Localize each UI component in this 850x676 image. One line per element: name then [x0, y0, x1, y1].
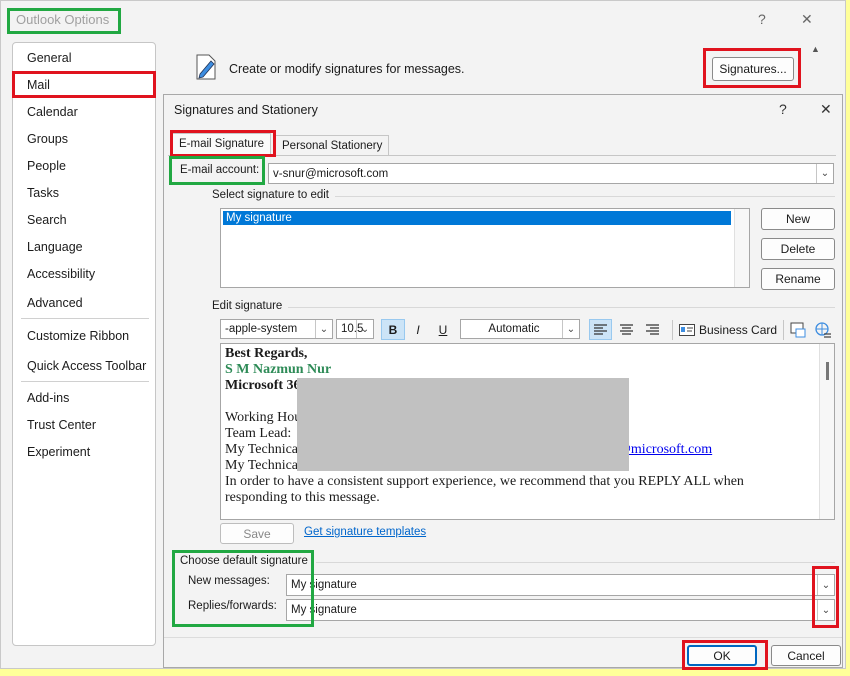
sidebar-item-accessibility[interactable]: Accessibility	[27, 267, 95, 281]
business-card-button[interactable]: Business Card	[679, 319, 779, 340]
annotation-box-email-account	[169, 156, 265, 185]
get-signature-templates-link[interactable]: Get signature templates	[304, 526, 426, 538]
signature-line: In order to have a consistent support ex…	[225, 474, 744, 489]
bold-button[interactable]: B	[381, 319, 405, 340]
annotation-box-signatures	[703, 48, 801, 88]
hyperlink-icon	[815, 321, 831, 338]
sidebar-item-advanced[interactable]: Advanced	[27, 296, 83, 310]
list-item[interactable]: My signature	[223, 211, 731, 225]
signatures-description: Create or modify signatures for messages…	[229, 62, 465, 76]
sidebar-item-people[interactable]: People	[27, 159, 66, 173]
editor-scrollbar[interactable]	[819, 344, 834, 519]
email-account-value: v-snur@microsoft.com	[273, 167, 389, 180]
signature-line-text: My Technica	[225, 458, 299, 473]
align-left-button[interactable]	[589, 319, 612, 340]
signature-line-text: My Technica	[225, 442, 299, 457]
edit-signature-label: Edit signature	[212, 300, 283, 312]
signature-line: Best Regards,	[225, 346, 308, 361]
sidebar-item-trust-center[interactable]: Trust Center	[27, 418, 96, 432]
annotation-box-mail	[12, 71, 156, 98]
align-right-icon	[646, 324, 659, 335]
sidebar-item-tasks[interactable]: Tasks	[27, 186, 59, 200]
toolbar-divider	[672, 320, 673, 340]
tab-personal-stationery-label: Personal Stationery	[282, 140, 383, 152]
sidebar-item-customize-ribbon[interactable]: Customize Ribbon	[27, 329, 129, 343]
align-left-icon	[594, 324, 607, 335]
insert-picture-button[interactable]	[788, 319, 808, 340]
chevron-down-icon: ⌄	[816, 164, 833, 183]
signature-line: responding to this message.	[225, 490, 380, 505]
align-right-button[interactable]	[641, 319, 664, 340]
sidebar-item-calendar[interactable]: Calendar	[27, 105, 78, 119]
tab-personal-stationery[interactable]: Personal Stationery	[275, 135, 390, 156]
annotation-box-default-signature	[172, 550, 314, 627]
chevron-down-icon: ⌄	[562, 320, 579, 338]
new-signature-button[interactable]: New	[761, 208, 835, 230]
insert-hyperlink-button[interactable]	[813, 319, 833, 340]
align-center-button[interactable]	[615, 319, 638, 340]
sidebar-item-search[interactable]: Search	[27, 213, 67, 227]
close-button[interactable]: ✕	[801, 11, 813, 28]
footer-divider	[164, 637, 842, 638]
replies-forwards-select[interactable]: My signature ⌄	[286, 599, 835, 621]
cancel-button[interactable]: Cancel	[771, 645, 841, 666]
font-value: -apple-system	[225, 323, 298, 335]
underline-button[interactable]: U	[432, 319, 454, 340]
annotation-box-email-tab	[170, 130, 276, 157]
select-signature-label: Select signature to edit	[212, 189, 329, 201]
font-color-value: Automatic	[488, 323, 540, 335]
signature-list[interactable]: My signature	[220, 208, 750, 288]
annotation-box-title	[7, 8, 121, 34]
sidebar-item-quick-access-toolbar[interactable]: Quick Access Toolbar	[27, 359, 146, 373]
sidebar-item-language[interactable]: Language	[27, 240, 83, 254]
rename-signature-button[interactable]: Rename	[761, 268, 835, 290]
chevron-down-icon: ⌄	[356, 320, 373, 338]
font-size-select[interactable]: 10.5 ⌄	[336, 319, 374, 339]
chevron-down-icon: ⌄	[315, 320, 332, 338]
signature-name: S M Nazmun Nur	[225, 362, 332, 377]
insert-picture-icon	[790, 322, 806, 337]
business-card-icon	[679, 323, 695, 336]
sidebar-item-experiment[interactable]: Experiment	[27, 445, 90, 459]
signature-email-link[interactable]: @microsoft.com	[618, 442, 712, 457]
group-rule	[288, 307, 835, 308]
sidebar-divider	[21, 318, 149, 319]
business-card-label: Business Card	[699, 322, 778, 337]
dialog-title: Signatures and Stationery	[174, 103, 318, 117]
group-rule	[316, 562, 835, 563]
annotation-box-dropdowns	[812, 566, 839, 628]
delete-signature-button[interactable]: Delete	[761, 238, 835, 260]
sidebar-item-groups[interactable]: Groups	[27, 132, 68, 146]
annotation-box-ok	[682, 640, 768, 670]
dialog-help-button[interactable]: ?	[779, 101, 787, 117]
signature-pen-icon	[192, 52, 220, 85]
align-center-icon	[620, 324, 633, 335]
font-select[interactable]: -apple-system ⌄	[220, 319, 333, 339]
editor-scrollbar-thumb[interactable]	[826, 362, 829, 380]
options-sidebar: General Mail Calendar Groups People Task…	[12, 42, 156, 646]
italic-button[interactable]: I	[408, 319, 428, 340]
toolbar-divider	[783, 320, 784, 340]
new-messages-select[interactable]: My signature ⌄	[286, 574, 835, 596]
email-account-select[interactable]: v-snur@microsoft.com ⌄	[268, 163, 834, 184]
sidebar-item-general[interactable]: General	[27, 51, 71, 65]
group-rule	[335, 196, 835, 197]
font-color-select[interactable]: Automatic ⌄	[460, 319, 580, 339]
dialog-close-button[interactable]: ✕	[820, 101, 832, 118]
redaction-block	[297, 378, 629, 471]
scroll-up-icon[interactable]: ▲	[811, 44, 820, 54]
save-button[interactable]: Save	[220, 523, 294, 544]
help-button[interactable]: ?	[758, 11, 766, 27]
sidebar-item-add-ins[interactable]: Add-ins	[27, 391, 69, 405]
sidebar-divider	[21, 381, 149, 382]
list-scrollbar[interactable]	[734, 209, 749, 287]
